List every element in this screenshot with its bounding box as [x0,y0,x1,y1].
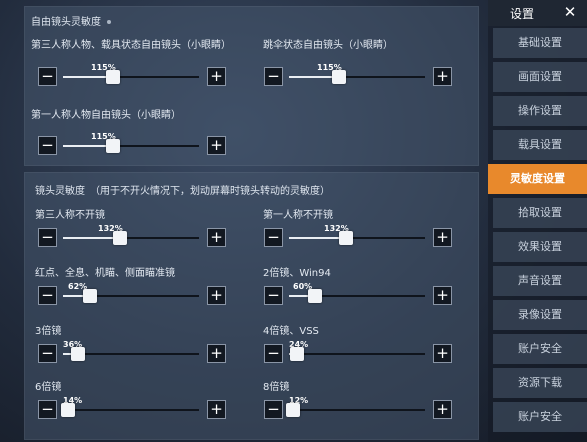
decrease-button[interactable]: − [38,228,57,247]
increase-button[interactable]: + [433,400,452,419]
camera-first-control: − 132% + [264,222,452,256]
sidebar-item-audio[interactable]: 声音设置 [493,266,587,296]
sidebar-item-vehicle[interactable]: 载具设置 [493,130,587,160]
increase-button[interactable]: + [433,67,452,86]
decrease-button[interactable]: − [38,67,57,86]
slider-track[interactable]: 132% [63,224,199,239]
increase-button[interactable]: + [207,67,226,86]
slider-track[interactable]: 14% [63,396,199,411]
camera-third-label: 第三人称不开镜 [35,210,105,221]
camera-title: 镜头灵敏度 （用于不开火情况下，划动屏幕时镜头转动的灵敏度） [35,186,330,197]
camera-third-control: − 132% + [38,222,226,256]
sidebar-item-controls[interactable]: 操作设置 [493,96,587,126]
camera-2x-label: 2倍镜、Win94 [263,268,331,279]
slider-track[interactable]: 115% [63,132,199,147]
decrease-button[interactable]: − [264,344,283,363]
slider-thumb[interactable] [106,70,120,84]
slider-fill [289,237,346,239]
camera-reddot-label: 红点、全息、机瞄、侧面瞄准镜 [35,268,175,279]
free-look-third-label: 第三人称人物、载具状态自由镜头（小眼睛） [31,40,231,51]
increase-button[interactable]: + [207,228,226,247]
sidebar-item-graphics[interactable]: 画面设置 [493,62,587,92]
slider-fill [63,237,120,239]
camera-3x-control: − 36% + [38,338,226,372]
decrease-button[interactable]: − [264,400,283,419]
increase-button[interactable]: + [433,344,452,363]
decrease-button[interactable]: − [38,136,57,155]
slider-thumb[interactable] [286,403,300,417]
free-look-panel: 自由镜头灵敏度 第三人称人物、载具状态自由镜头（小眼睛） − 115% + 跳伞… [24,6,479,166]
free-look-first-label: 第一人称人物自由镜头（小眼睛） [31,110,181,121]
slider-track[interactable]: 24% [289,340,425,355]
free-look-third-control: − 115% + [38,61,226,95]
slider-track[interactable]: 12% [289,396,425,411]
sidebar-item-account[interactable]: 账户安全 [493,402,587,432]
camera-8x-label: 8倍镜 [263,382,290,393]
free-look-parachute-control: − 115% + [264,61,452,95]
free-look-title-text: 自由镜头灵敏度 [31,17,101,28]
camera-6x-label: 6倍镜 [35,382,62,393]
decrease-button[interactable]: − [264,67,283,86]
increase-button[interactable]: + [207,286,226,305]
sidebar-item-recording[interactable]: 录像设置 [493,300,587,330]
slider-thumb[interactable] [332,70,346,84]
close-icon[interactable]: ✕ [558,2,582,22]
increase-button[interactable]: + [207,344,226,363]
free-look-title: 自由镜头灵敏度 [31,13,111,28]
camera-6x-control: − 14% + [38,394,226,428]
free-look-first-control: − 115% + [38,130,226,164]
sidebar-item-sensitivity[interactable]: 灵敏度设置 [488,164,587,194]
settings-sidebar: 设置 ✕ 基础设置 画面设置 操作设置 载具设置 灵敏度设置 拾取设置 效果设置… [488,0,587,442]
camera-8x-control: − 12% + [264,394,452,428]
dot-icon [107,20,111,24]
sidebar-item-download[interactable]: 资源下载 [493,368,587,398]
camera-4x-label: 4倍镜、VSS [263,326,319,337]
decrease-button[interactable]: − [38,344,57,363]
decrease-button[interactable]: − [38,286,57,305]
camera-first-label: 第一人称不开镜 [263,210,333,221]
camera-4x-control: − 24% + [264,338,452,372]
slider-thumb[interactable] [83,289,97,303]
slider-thumb[interactable] [339,231,353,245]
increase-button[interactable]: + [433,228,452,247]
sidebar-item-pickup[interactable]: 拾取设置 [493,198,587,228]
camera-2x-control: − 60% + [264,280,452,314]
slider-thumb[interactable] [106,139,120,153]
increase-button[interactable]: + [207,136,226,155]
slider-thumb[interactable] [71,347,85,361]
sidebar-item-basic[interactable]: 基础设置 [493,28,587,58]
increase-button[interactable]: + [207,400,226,419]
slider-track[interactable]: 132% [289,224,425,239]
sidebar-item-effects[interactable]: 效果设置 [493,232,587,262]
increase-button[interactable]: + [433,286,452,305]
slider-track[interactable]: 115% [289,63,425,78]
slider-track[interactable]: 115% [63,63,199,78]
decrease-button[interactable]: − [38,400,57,419]
camera-reddot-control: − 62% + [38,280,226,314]
camera-panel: 镜头灵敏度 （用于不开火情况下，划动屏幕时镜头转动的灵敏度） 第三人称不开镜 −… [24,172,479,440]
camera-3x-label: 3倍镜 [35,326,62,337]
sidebar-item-security[interactable]: 账户安全 [493,334,587,364]
sidebar-header: 设置 ✕ [488,0,587,26]
slider-thumb[interactable] [61,403,75,417]
free-look-parachute-label: 跳伞状态自由镜头（小眼睛） [263,40,393,51]
decrease-button[interactable]: − [264,228,283,247]
decrease-button[interactable]: − [264,286,283,305]
slider-thumb[interactable] [308,289,322,303]
slider-thumb[interactable] [113,231,127,245]
sidebar-title: 设置 [510,7,535,21]
slider-thumb[interactable] [290,347,304,361]
